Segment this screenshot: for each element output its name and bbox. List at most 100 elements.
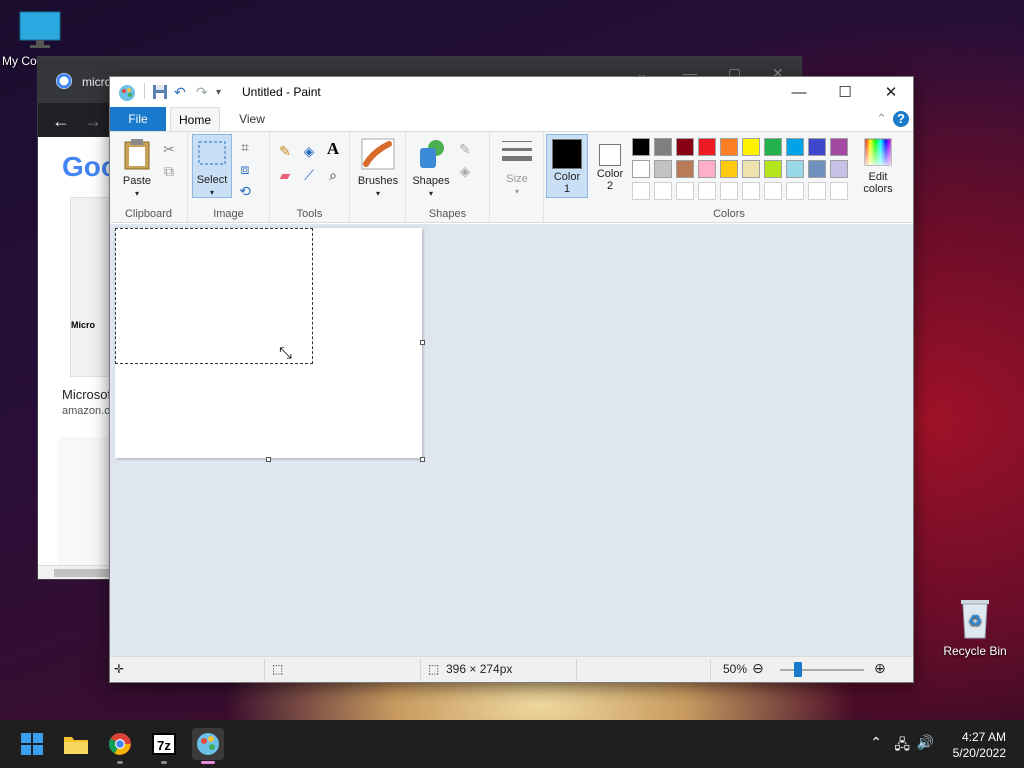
palette-swatch-empty[interactable] (720, 182, 738, 200)
tab-home[interactable]: Home (170, 107, 220, 131)
clock-time: 4:27 AM (961, 730, 1006, 744)
tab-view[interactable]: View (228, 107, 276, 131)
palette-swatch[interactable] (764, 160, 782, 178)
color1-button[interactable]: Color 1 (546, 134, 588, 198)
color-picker-icon[interactable]: ⟋ (300, 166, 318, 184)
palette-swatch-empty[interactable] (830, 182, 848, 200)
taskbar-chrome[interactable] (104, 728, 136, 764)
zoom-in-icon[interactable]: ⊕ (874, 660, 886, 677)
status-divider (264, 659, 265, 681)
canvas-resize-handle-corner[interactable] (420, 457, 425, 462)
colors-group: Color 1 Color 2 Edit colors Colors (544, 132, 914, 222)
palette-swatch-empty[interactable] (786, 182, 804, 200)
recycle-bin-icon: ♻ (955, 596, 995, 640)
palette-swatch[interactable] (698, 138, 716, 156)
paint-titlebar[interactable]: ↶ ↷ ▾ Untitled - Paint — ☐ ✕ (110, 77, 913, 107)
palette-swatch[interactable] (786, 138, 804, 156)
status-divider (420, 659, 421, 681)
group-label-image: Image (213, 208, 244, 220)
palette-swatch-empty[interactable] (764, 182, 782, 200)
clock[interactable]: 4:27 AM 5/20/2022 (953, 729, 1006, 761)
minimize-ribbon-icon[interactable]: ⌃ (876, 111, 887, 127)
edit-colors-button[interactable]: Edit colors (856, 138, 900, 195)
qat-customize-icon[interactable]: ▾ (216, 87, 221, 98)
google-favicon-icon (56, 73, 72, 89)
drawing-canvas[interactable]: ⤡ (115, 228, 425, 462)
eraser-icon[interactable]: ▰ (276, 166, 294, 184)
save-icon[interactable] (152, 84, 168, 103)
palette-swatch-empty[interactable] (654, 182, 672, 200)
cut-icon[interactable]: ✂ (160, 140, 178, 158)
outline-icon[interactable]: ✎ (456, 140, 474, 158)
forward-arrow-icon[interactable]: → (84, 111, 102, 132)
palette-swatch[interactable] (676, 138, 694, 156)
palette-swatch[interactable] (654, 160, 672, 178)
palette-swatch[interactable] (632, 138, 650, 156)
brushes-button[interactable]: Brushes ▾ (356, 138, 400, 199)
chrome-tab-title[interactable]: micro (82, 75, 111, 89)
taskbar-7zip[interactable]: 7z (148, 728, 180, 764)
palette-swatch[interactable] (786, 160, 804, 178)
palette-swatch[interactable] (742, 138, 760, 156)
product-image[interactable]: Micro (70, 197, 110, 377)
minimize-button[interactable]: — (776, 77, 822, 107)
shapes-button[interactable]: Shapes ▾ (410, 138, 452, 199)
palette-swatch[interactable] (698, 160, 716, 178)
palette-swatch[interactable] (808, 160, 826, 178)
palette-swatch[interactable] (632, 160, 650, 178)
magnifier-icon[interactable]: ⌕ (324, 166, 342, 184)
text-tool-icon[interactable]: A (324, 140, 342, 158)
running-indicator (161, 761, 167, 764)
redo-icon[interactable]: ↷ (196, 84, 208, 101)
tab-file[interactable]: File (110, 107, 166, 131)
crop-icon[interactable]: ⌗ (236, 138, 254, 156)
palette-swatch[interactable] (742, 160, 760, 178)
rotate-icon[interactable]: ⟲ (236, 182, 254, 200)
copy-icon[interactable]: ⧉ (160, 162, 178, 180)
color2-button[interactable]: Color 2 (590, 134, 630, 198)
fill-bucket-icon[interactable]: ◈ (300, 142, 318, 160)
taskbar-paint[interactable] (192, 728, 224, 764)
start-button[interactable] (16, 728, 48, 760)
palette-swatch-empty[interactable] (742, 182, 760, 200)
network-icon[interactable]: 🖧 (894, 734, 910, 758)
selection-rectangle[interactable] (115, 228, 313, 364)
canvas-resize-handle-right[interactable] (420, 340, 425, 345)
palette-swatch-empty[interactable] (632, 182, 650, 200)
window-title: Untitled - Paint (242, 85, 321, 99)
close-button[interactable]: ✕ (868, 77, 914, 107)
help-icon[interactable]: ? (893, 111, 909, 127)
palette-swatch-empty[interactable] (698, 182, 716, 200)
resize-icon[interactable]: ⧈ (236, 160, 254, 178)
palette-swatch-empty[interactable] (808, 182, 826, 200)
palette-swatch[interactable] (830, 138, 848, 156)
back-arrow-icon[interactable]: ← (52, 111, 70, 132)
chevron-up-icon[interactable]: ⌃ (870, 734, 882, 751)
zoom-slider-thumb[interactable] (794, 662, 802, 677)
volume-icon[interactable]: 🔊 (917, 734, 934, 751)
select-button[interactable]: Select ▾ (192, 134, 232, 198)
paint-window[interactable]: ↶ ↷ ▾ Untitled - Paint — ☐ ✕ File Home V… (109, 76, 914, 683)
palette-swatch[interactable] (764, 138, 782, 156)
size-button[interactable]: Size ▾ (496, 138, 538, 197)
undo-icon[interactable]: ↶ (174, 84, 186, 101)
taskbar-file-explorer[interactable] (60, 728, 92, 760)
shape-fill-icon[interactable]: ◈ (456, 162, 474, 180)
scrollbar-thumb[interactable] (54, 569, 110, 577)
palette-swatch[interactable] (676, 160, 694, 178)
palette-swatch[interactable] (830, 160, 848, 178)
zoom-out-icon[interactable]: ⊖ (752, 660, 764, 677)
paste-button[interactable]: Paste ▾ (118, 138, 156, 199)
search-result-title[interactable]: Microsof (62, 387, 111, 402)
palette-swatch[interactable] (720, 160, 738, 178)
zoom-slider-track[interactable] (780, 669, 864, 671)
maximize-button[interactable]: ☐ (822, 77, 868, 107)
desktop-icon-recycle-bin[interactable]: ♻ Recycle Bin (935, 596, 1015, 658)
pencil-icon[interactable]: ✎ (276, 142, 294, 160)
palette-swatch[interactable] (808, 138, 826, 156)
canvas-workspace[interactable]: ⤡ (110, 224, 913, 656)
palette-swatch-empty[interactable] (676, 182, 694, 200)
palette-swatch[interactable] (720, 138, 738, 156)
palette-swatch[interactable] (654, 138, 672, 156)
canvas-resize-handle-bottom[interactable] (266, 457, 271, 462)
